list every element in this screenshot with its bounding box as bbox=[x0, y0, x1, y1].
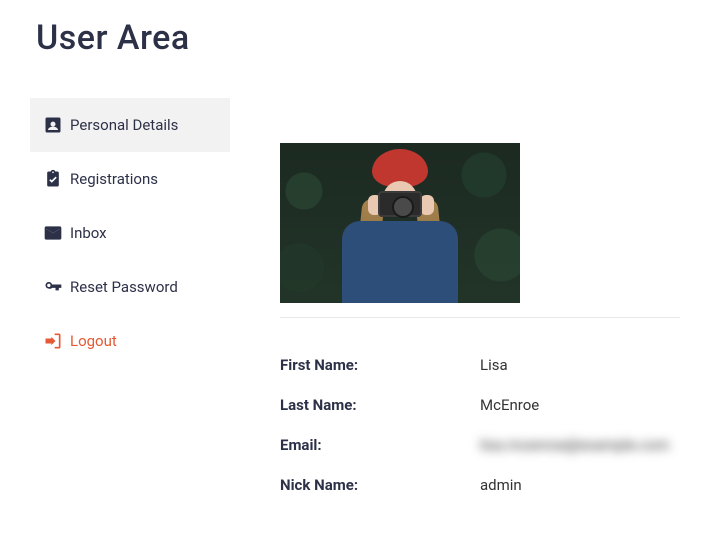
key-icon bbox=[42, 276, 64, 298]
first-name-label: First Name: bbox=[280, 356, 480, 374]
sidebar-item-inbox[interactable]: Inbox bbox=[30, 206, 230, 260]
row-email: Email: lisa.mcenroe@example.com bbox=[280, 426, 680, 466]
nick-name-value: admin bbox=[480, 476, 522, 494]
main-content: First Name: Lisa Last Name: McEnroe Emai… bbox=[230, 98, 726, 506]
logout-icon bbox=[42, 330, 64, 352]
sidebar-item-label: Registrations bbox=[70, 170, 158, 188]
nick-name-label: Nick Name: bbox=[280, 476, 480, 494]
layout: Personal Details Registrations Inbox Res… bbox=[0, 58, 726, 506]
sidebar-item-registrations[interactable]: Registrations bbox=[30, 152, 230, 206]
first-name-value: Lisa bbox=[480, 356, 508, 374]
email-value: lisa.mcenroe@example.com bbox=[480, 436, 670, 454]
page-title: User Area bbox=[0, 0, 726, 58]
row-last-name: Last Name: McEnroe bbox=[280, 386, 680, 426]
email-label: Email: bbox=[280, 436, 480, 454]
sidebar: Personal Details Registrations Inbox Res… bbox=[30, 98, 230, 506]
mail-icon bbox=[42, 222, 64, 244]
last-name-value: McEnroe bbox=[480, 396, 539, 414]
sidebar-item-label: Personal Details bbox=[70, 116, 178, 134]
sidebar-item-label: Reset Password bbox=[70, 278, 178, 296]
sidebar-item-label: Logout bbox=[70, 332, 117, 350]
profile-details: First Name: Lisa Last Name: McEnroe Emai… bbox=[280, 346, 680, 506]
profile-photo bbox=[280, 143, 520, 303]
sidebar-item-logout[interactable]: Logout bbox=[30, 314, 230, 368]
assignment-icon bbox=[42, 168, 64, 190]
last-name-label: Last Name: bbox=[280, 396, 480, 414]
row-first-name: First Name: Lisa bbox=[280, 346, 680, 386]
sidebar-item-label: Inbox bbox=[70, 224, 107, 242]
sidebar-item-reset-password[interactable]: Reset Password bbox=[30, 260, 230, 314]
row-nick-name: Nick Name: admin bbox=[280, 466, 680, 506]
account-box-icon bbox=[42, 114, 64, 136]
sidebar-item-personal-details[interactable]: Personal Details bbox=[30, 98, 230, 152]
divider bbox=[280, 317, 680, 318]
